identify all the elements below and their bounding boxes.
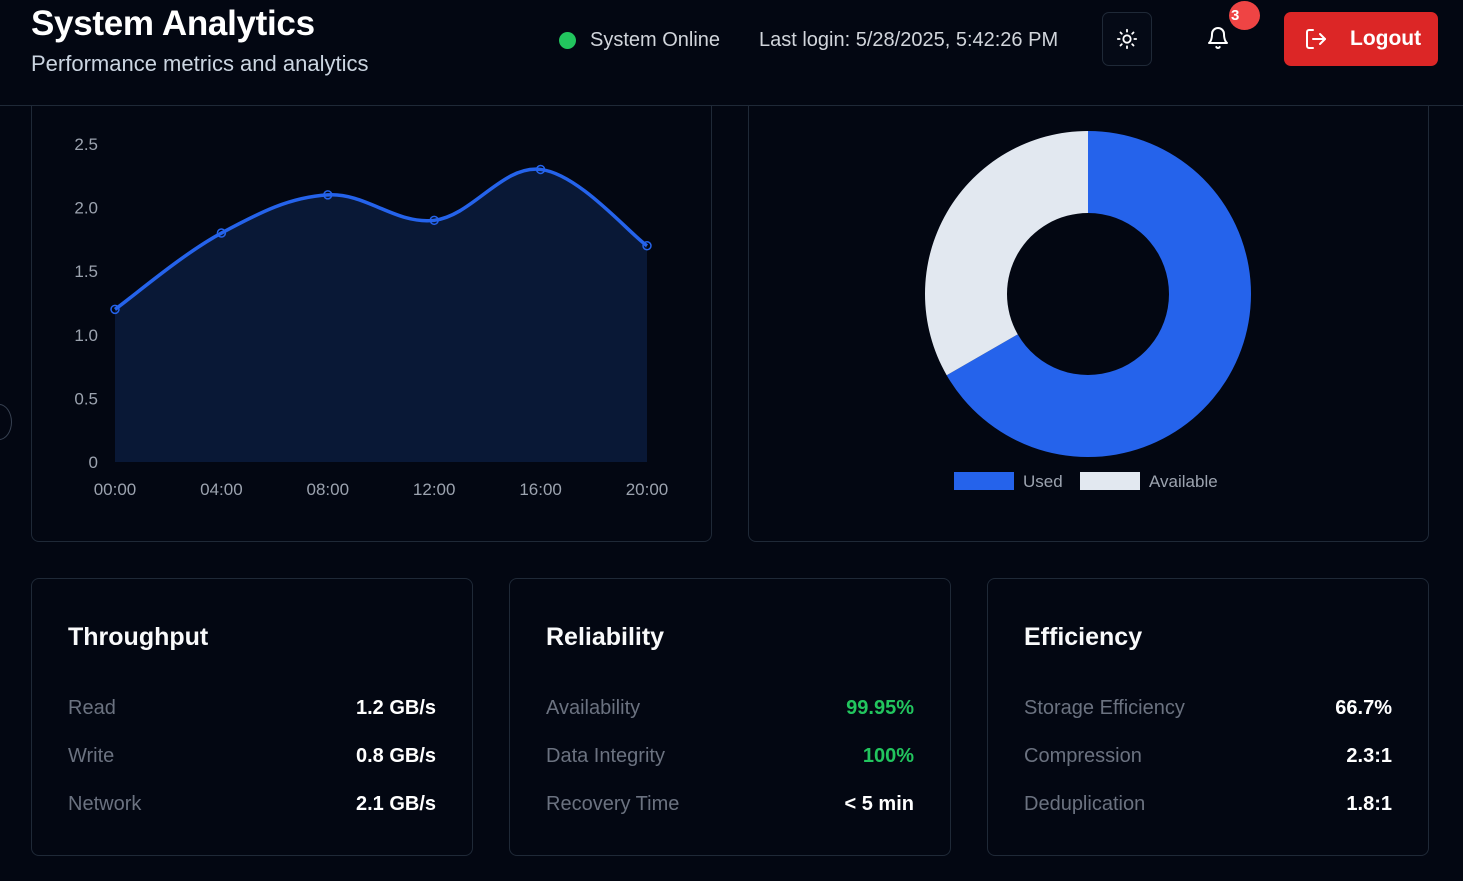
stat-row: Deduplication 1.8:1 <box>1024 793 1392 816</box>
stat-label: Storage Efficiency <box>1024 697 1185 719</box>
stat-value: 99.95% <box>846 697 914 719</box>
system-status: System Online <box>559 29 720 52</box>
stat-value: 0.8 GB/s <box>355 745 436 767</box>
status-text: System Online <box>590 29 721 51</box>
stat-label: Write <box>68 745 115 767</box>
card-title: Efficiency <box>1024 623 1143 651</box>
legend-label: Used <box>1023 472 1063 491</box>
donut-slice-available <box>925 131 1088 376</box>
x-tick-label: 08:00 <box>307 480 350 499</box>
x-tick-label: 00:00 <box>94 480 137 499</box>
throughput-card: Throughput Read 1.2 GB/s Write 0.8 GB/s … <box>31 578 473 856</box>
stat-row: Storage Efficiency 66.7% <box>1024 697 1392 720</box>
y-tick-label: 2.0 <box>74 199 98 218</box>
x-tick-label: 20:00 <box>626 480 669 499</box>
y-tick-label: 2.5 <box>74 135 98 154</box>
x-tick-label: 16:00 <box>519 480 562 499</box>
page-subtitle: Performance metrics and analytics <box>31 51 369 76</box>
notifications-button[interactable] <box>1197 20 1239 60</box>
area-fill <box>115 169 647 462</box>
stat-row: Compression 2.3:1 <box>1024 745 1392 768</box>
stat-row: Recovery Time < 5 min <box>546 793 914 816</box>
stat-row: Network 2.1 GB/s <box>68 793 436 816</box>
stat-label: Recovery Time <box>546 793 680 815</box>
status-dot-icon <box>559 32 576 49</box>
theme-toggle-button[interactable] <box>1102 12 1152 66</box>
stat-label: Compression <box>1024 745 1142 767</box>
sidebar-toggle-handle[interactable] <box>0 404 12 440</box>
stat-label: Read <box>68 697 116 719</box>
y-tick-label: 0 <box>89 453 98 472</box>
logout-icon <box>1304 27 1328 51</box>
donut-chart-card: Used Available <box>748 60 1429 542</box>
stat-value: < 5 min <box>844 793 914 815</box>
stat-value: 2.3:1 <box>1346 745 1392 767</box>
stat-row: Read 1.2 GB/s <box>68 697 436 720</box>
bell-icon <box>1208 27 1228 49</box>
stat-value: 2.1 GB/s <box>355 793 436 815</box>
legend-swatch <box>1080 472 1140 490</box>
stat-value: 1.2 GB/s <box>355 697 436 719</box>
notification-badge: 3 <box>1229 1 1260 30</box>
donut-chart: Used Available <box>925 131 1251 491</box>
logout-label: Logout <box>1350 27 1422 50</box>
stat-row: Availability 99.95% <box>546 697 914 720</box>
card-title: Reliability <box>546 623 665 651</box>
legend-label: Available <box>1149 472 1218 491</box>
stat-value: 100% <box>862 745 914 767</box>
y-tick-label: 1.0 <box>74 326 98 345</box>
x-tick-label: 04:00 <box>200 480 243 499</box>
stat-label: Network <box>68 793 142 815</box>
stat-row: Data Integrity 100% <box>546 745 914 768</box>
stat-label: Deduplication <box>1024 793 1146 815</box>
page-title: System Analytics <box>31 4 315 43</box>
card-title: Throughput <box>68 623 209 651</box>
line-chart: 0 0.5 1.0 1.5 2.0 2.5 00:00 04:00 08:00 12:00 16:0… <box>74 135 669 499</box>
stat-row: Write 0.8 GB/s <box>68 745 436 768</box>
reliability-card: Reliability Availability 99.95% Data Int… <box>509 578 951 856</box>
last-login: Last login: 5/28/2025, 5:42:26 PM <box>759 29 1059 51</box>
legend-swatch <box>954 472 1014 490</box>
y-tick-label: 1.5 <box>74 262 98 281</box>
stat-value: 66.7% <box>1335 697 1392 719</box>
sun-icon <box>1116 28 1138 50</box>
stat-value: 1.8:1 <box>1346 793 1392 815</box>
stat-label: Availability <box>546 697 641 719</box>
app-header: System Analytics Performance metrics and… <box>0 0 1463 106</box>
x-tick-label: 12:00 <box>413 480 456 499</box>
line-chart-card: 0 0.5 1.0 1.5 2.0 2.5 00:00 04:00 08:00 12:00 16:0… <box>31 60 712 542</box>
stat-label: Data Integrity <box>546 745 665 767</box>
efficiency-card: Efficiency Storage Efficiency 66.7% Comp… <box>987 578 1429 856</box>
logout-button[interactable]: Logout <box>1284 12 1438 66</box>
y-tick-label: 0.5 <box>74 389 98 408</box>
